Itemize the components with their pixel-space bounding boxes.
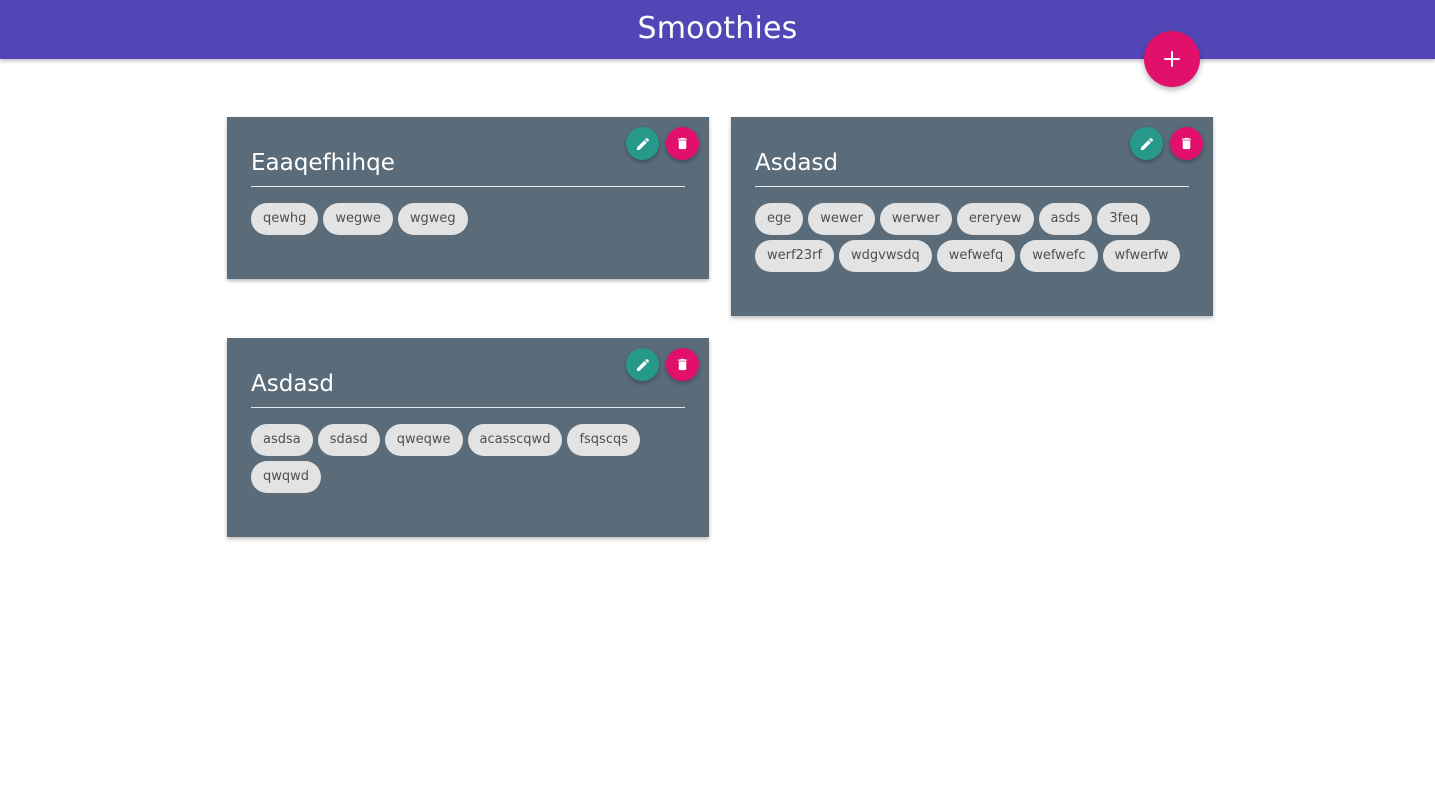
ingredient-chip: acasscqwd [467, 424, 563, 456]
ingredient-chip: wefwefq [936, 240, 1016, 272]
smoothie-card: Asdasd ege wewer werwer ereryew asds 3fe… [731, 117, 1213, 316]
ingredients-list: qewhg wegwe wgweg [251, 203, 685, 235]
ingredient-chip: ereryew [956, 203, 1034, 235]
smoothie-title: Eaaqefhihqe [251, 147, 685, 187]
ingredient-chip: qewhg [251, 203, 319, 235]
ingredient-chip: asds [1038, 203, 1093, 235]
ingredient-chip: wewer [808, 203, 875, 235]
smoothie-card: Asdasd asdsa sdasd qweqwe acasscqwd fsqs… [227, 338, 709, 537]
plus-icon [1164, 51, 1180, 67]
ingredient-chip: fsqscqs [567, 424, 640, 456]
page-title: Smoothies [637, 11, 798, 46]
ingredient-chip: qwqwd [251, 461, 322, 493]
navbar: Smoothies [0, 0, 1435, 59]
ingredient-chip: wegwe [323, 203, 393, 235]
ingredient-chip: wdgvwsdq [839, 240, 932, 272]
smoothie-title: Asdasd [251, 368, 685, 408]
ingredient-chip: sdasd [317, 424, 380, 456]
smoothie-card: Eaaqefhihqe qewhg wegwe wgweg [227, 117, 709, 279]
ingredient-chip: wefwefc [1020, 240, 1098, 272]
add-smoothie-button[interactable] [1144, 31, 1200, 87]
ingredient-chip: werf23rf [755, 240, 835, 272]
ingredient-chip: asdsa [251, 424, 313, 456]
ingredient-chip: wgweg [397, 203, 468, 235]
ingredient-chip: qweqwe [384, 424, 463, 456]
ingredient-chip: werwer [879, 203, 952, 235]
smoothie-title: Asdasd [755, 147, 1189, 187]
ingredients-list: ege wewer werwer ereryew asds 3feq werf2… [755, 203, 1189, 272]
ingredients-list: asdsa sdasd qweqwe acasscqwd fsqscqs qwq… [251, 424, 685, 493]
ingredient-chip: wfwerfw [1102, 240, 1181, 272]
ingredient-chip: ege [755, 203, 804, 235]
ingredient-chip: 3feq [1097, 203, 1151, 235]
